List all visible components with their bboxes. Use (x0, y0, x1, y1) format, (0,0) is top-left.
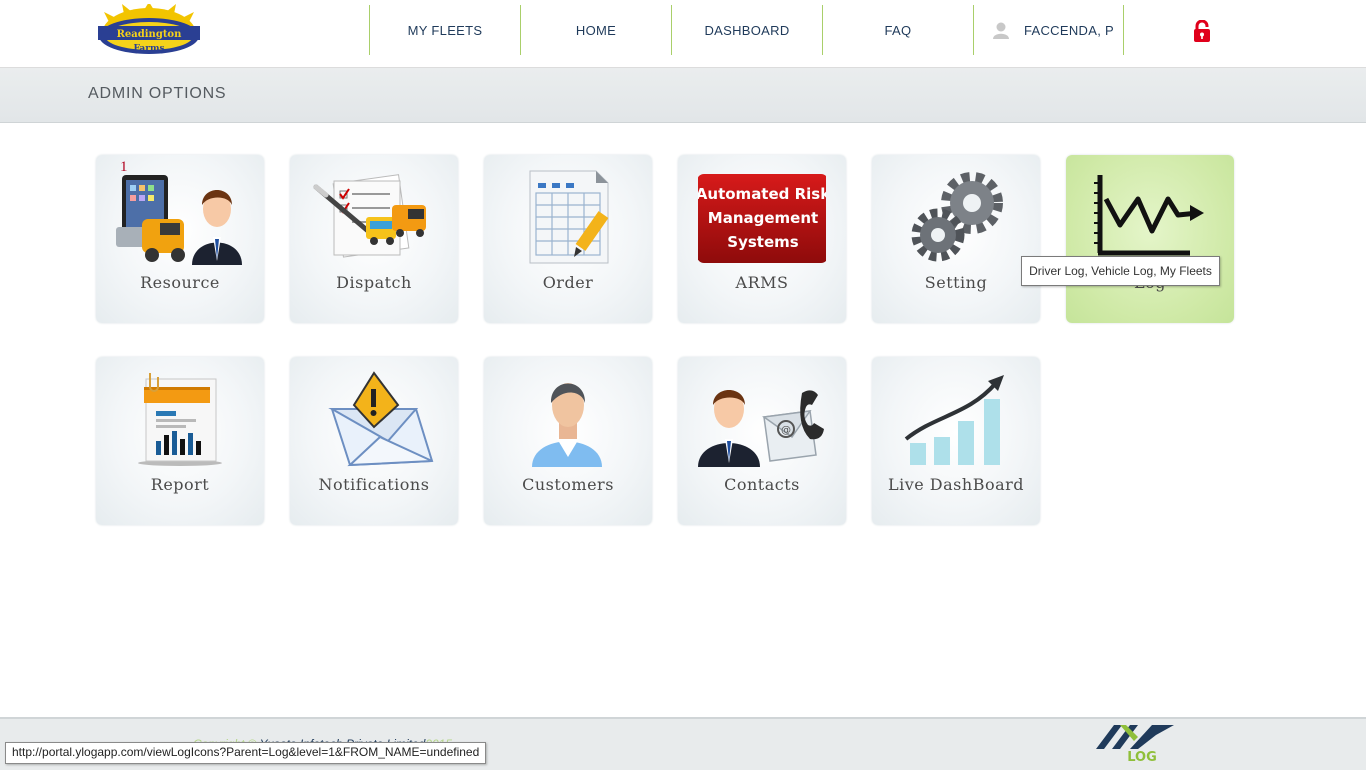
user-avatar-icon (993, 22, 1009, 39)
tile-live-dashboard[interactable]: Live DashBoard (872, 357, 1040, 525)
browser-status-url: http://portal.ylogapp.com/viewLogIcons?P… (5, 742, 487, 764)
tile-label: Live DashBoard (887, 475, 1025, 494)
tile-log[interactable]: Log (1066, 155, 1234, 323)
tile-label: Customers (522, 475, 614, 494)
contacts-icon: @ (698, 390, 824, 467)
logout-lock-icon[interactable] (1192, 20, 1212, 42)
tile-order[interactable]: Order (484, 155, 652, 323)
svg-text:Farms: Farms (133, 44, 164, 54)
nav-dashboard[interactable]: DASHBOARD (671, 5, 822, 55)
tile-setting[interactable]: Setting (872, 155, 1040, 323)
order-icon (529, 170, 609, 264)
tile-contacts[interactable]: @ Contacts (678, 357, 846, 525)
report-icon (138, 373, 222, 466)
svg-text:Systems: Systems (727, 233, 798, 251)
tile-label: Report (150, 475, 210, 494)
page-title-bar: ADMIN OPTIONS (0, 68, 1366, 123)
dispatch-icon (313, 174, 426, 258)
ylog-logo: LOG (1096, 725, 1174, 765)
nav-label: FAQ (884, 22, 912, 38)
tile-label: ARMS (735, 273, 789, 292)
nav-label: DASHBOARD (704, 22, 790, 38)
svg-text:LOG: LOG (1127, 750, 1157, 765)
log-chart-icon (1094, 175, 1204, 256)
nav-faq[interactable]: FAQ (822, 5, 973, 55)
svg-text:@: @ (781, 425, 791, 436)
nav-my-fleets[interactable]: MY FLEETS (369, 5, 520, 55)
tile-resource[interactable]: 1 Resource (96, 155, 264, 323)
main-nav: MY FLEETS HOME DASHBOARD FAQ FACCENDA, P (369, 5, 1124, 55)
nav-label: MY FLEETS (407, 22, 483, 38)
growth-chart-icon (904, 375, 1004, 465)
tile-label: Setting (924, 273, 988, 292)
page-title: ADMIN OPTIONS (88, 85, 227, 102)
readington-farms-logo[interactable]: Readington Farms (94, 4, 204, 56)
tile-label: Notifications (318, 475, 430, 494)
tile-notifications[interactable]: Notifications (290, 357, 458, 525)
tile-arms[interactable]: Automated Risk Management Systems ARMS (678, 155, 846, 323)
gears-icon (911, 172, 1003, 262)
nav-user-profile[interactable]: FACCENDA, P (973, 5, 1124, 55)
tile-label: Order (542, 273, 594, 292)
log-tooltip: Driver Log, Vehicle Log, My Fleets (1021, 256, 1220, 286)
nav-home[interactable]: HOME (520, 5, 671, 55)
resource-icon (116, 175, 242, 265)
user-name: FACCENDA, P (1024, 22, 1114, 38)
nav-label: HOME (575, 22, 617, 38)
tile-label: Resource (140, 273, 220, 292)
svg-text:Automated Risk: Automated Risk (698, 185, 826, 203)
tile-label: Dispatch (336, 273, 412, 292)
tile-label: Contacts (724, 475, 800, 494)
tile-dispatch[interactable]: Dispatch (290, 155, 458, 323)
top-navigation-bar: Readington Farms MY FLEETS HOME DASHBOAR… (0, 0, 1366, 68)
notification-envelope-icon (328, 371, 434, 467)
svg-text:Readington: Readington (117, 29, 182, 40)
svg-text:Management: Management (708, 209, 818, 227)
customer-icon (532, 383, 602, 467)
tile-customers[interactable]: Customers (484, 357, 652, 525)
tile-report[interactable]: Report (96, 357, 264, 525)
arms-icon: Automated Risk Management Systems (698, 174, 826, 263)
